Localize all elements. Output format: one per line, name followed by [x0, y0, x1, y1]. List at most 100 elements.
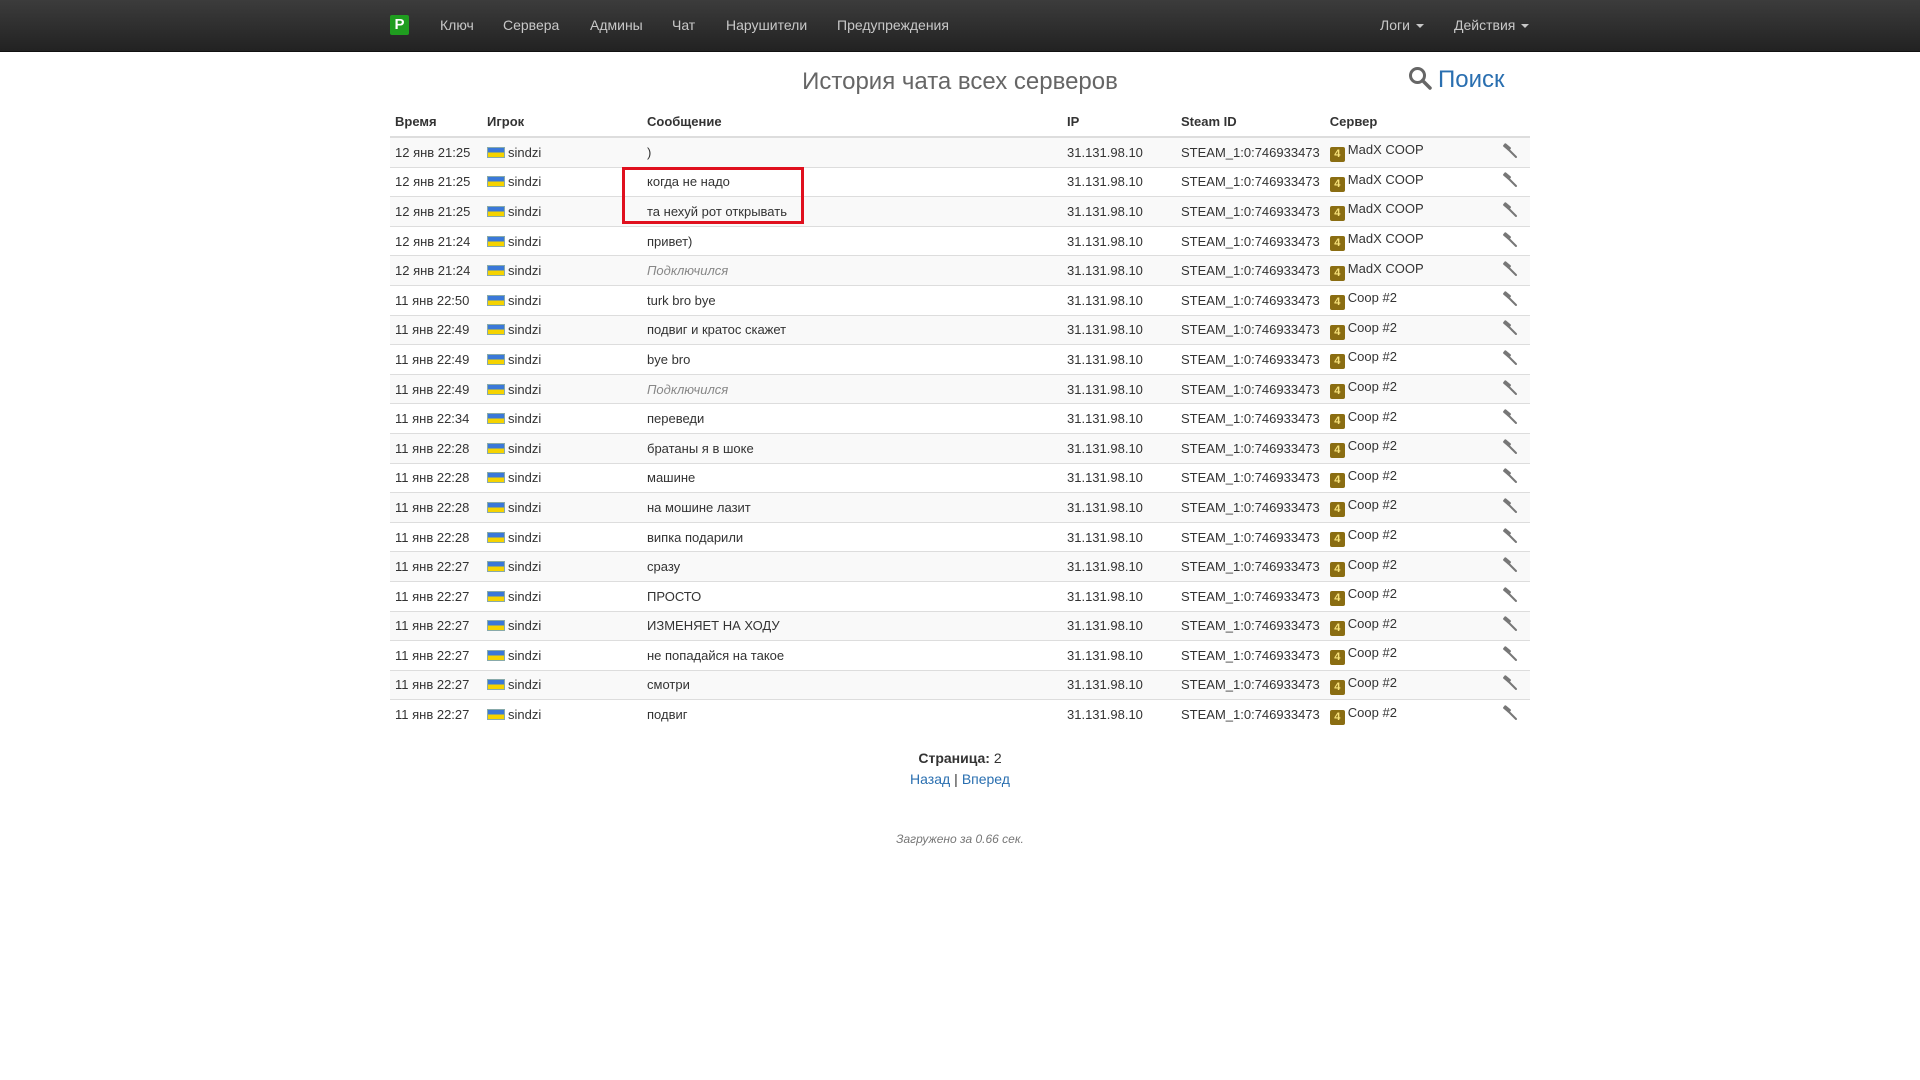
- server-name: Coop #2: [1347, 586, 1397, 602]
- ban-hammer-icon[interactable]: [1502, 172, 1518, 191]
- ban-hammer-icon[interactable]: [1502, 439, 1518, 458]
- ban-hammer-icon[interactable]: [1502, 143, 1518, 162]
- cell-player: sindzi: [482, 166, 642, 197]
- ban-hammer-icon[interactable]: [1502, 646, 1518, 665]
- cell-message: смотри: [642, 669, 1062, 700]
- ban-hammer-icon[interactable]: [1502, 468, 1518, 487]
- cell-player: sindzi: [482, 492, 642, 523]
- header-player: Игрок: [482, 106, 642, 138]
- cell-steam-id: STEAM_1:0:746933473: [1176, 551, 1325, 582]
- ukraine-flag-icon: [487, 531, 505, 543]
- ukraine-flag-icon: [487, 561, 505, 573]
- nav-dropdown-actions[interactable]: Действия: [1454, 0, 1530, 51]
- cell-ip: 31.131.98.10: [1062, 373, 1176, 404]
- ban-hammer-icon[interactable]: [1502, 261, 1518, 280]
- cell-message: Подключился: [642, 255, 1062, 286]
- server-name: Coop #2: [1347, 379, 1397, 395]
- cell-player: sindzi: [482, 314, 642, 345]
- cell-actions: [1484, 462, 1530, 493]
- cell-message: ИЗМЕНЯЕТ НА ХОДУ: [642, 610, 1062, 641]
- ban-hammer-icon[interactable]: [1502, 557, 1518, 576]
- cell-steam-id: STEAM_1:0:746933473: [1176, 669, 1325, 700]
- cell-steam-id: STEAM_1:0:746933473: [1176, 432, 1325, 464]
- ban-hammer-icon[interactable]: [1502, 587, 1518, 606]
- ban-hammer-icon[interactable]: [1502, 675, 1518, 694]
- l4d-server-icon: 4: [1329, 679, 1345, 695]
- ban-hammer-icon[interactable]: [1502, 350, 1518, 369]
- player-link[interactable]: sindzi: [508, 411, 541, 426]
- player-link[interactable]: sindzi: [508, 234, 541, 249]
- player-link[interactable]: sindzi: [508, 293, 541, 308]
- player-link[interactable]: sindzi: [508, 707, 541, 722]
- l4d-server-icon: 4: [1329, 236, 1345, 252]
- player-link[interactable]: sindzi: [508, 500, 541, 515]
- l4d-server-icon: 4: [1329, 147, 1345, 163]
- header-ip: IP: [1062, 106, 1176, 138]
- server-name: MadX COOP: [1347, 201, 1424, 217]
- header-message: Сообщение: [642, 106, 1062, 138]
- cell-ip: 31.131.98.10: [1062, 462, 1176, 493]
- player-link[interactable]: sindzi: [508, 559, 541, 574]
- ban-hammer-icon[interactable]: [1502, 231, 1518, 251]
- player-link[interactable]: sindzi: [508, 441, 541, 456]
- ban-hammer-icon[interactable]: [1502, 498, 1518, 517]
- ban-hammer-icon[interactable]: [1502, 320, 1518, 339]
- player-link[interactable]: sindzi: [508, 530, 541, 545]
- player-link[interactable]: sindzi: [508, 145, 541, 160]
- ukraine-flag-icon: [487, 205, 505, 217]
- player-link[interactable]: sindzi: [508, 648, 541, 663]
- ban-hammer-icon[interactable]: [1502, 202, 1518, 221]
- player-link[interactable]: sindzi: [508, 322, 541, 337]
- ban-hammer-icon[interactable]: [1502, 705, 1518, 724]
- cell-server: 4 MadX COOP: [1324, 196, 1485, 227]
- navbar: P Ключ Сервера Админы Чат Нарушители Пре…: [0, 0, 1920, 52]
- cell-message: випка подарили: [642, 521, 1062, 552]
- cell-message: Подключился: [642, 373, 1062, 404]
- nav-link-warnings[interactable]: Предупреждения: [837, 0, 949, 51]
- ban-hammer-icon[interactable]: [1502, 527, 1518, 547]
- player-link[interactable]: sindzi: [508, 174, 541, 189]
- cell-server: 4 MadX COOP: [1324, 225, 1485, 256]
- cell-time: 11 янв 22:28: [390, 432, 482, 464]
- player-link[interactable]: sindzi: [508, 589, 541, 604]
- cell-time: 11 янв 22:50: [390, 284, 482, 316]
- player-link[interactable]: sindzi: [508, 470, 541, 485]
- nav-link-admins[interactable]: Админы: [590, 0, 643, 51]
- nav-link-servers[interactable]: Сервера: [503, 0, 559, 51]
- player-link[interactable]: sindzi: [508, 677, 541, 692]
- ban-hammer-icon[interactable]: [1502, 409, 1518, 428]
- server-name: Coop #2: [1347, 527, 1397, 543]
- cell-player: sindzi: [482, 521, 642, 552]
- ban-hammer-icon[interactable]: [1502, 616, 1518, 635]
- player-link[interactable]: sindzi: [508, 204, 541, 219]
- player-link[interactable]: sindzi: [508, 382, 541, 397]
- nav-dropdown-logs[interactable]: Логи: [1380, 0, 1424, 51]
- nav-link-chat[interactable]: Чат: [672, 0, 695, 51]
- cell-time: 12 янв 21:24: [390, 255, 482, 286]
- cell-ip: 31.131.98.10: [1062, 403, 1176, 434]
- nav-link-violators[interactable]: Нарушители: [726, 0, 807, 51]
- highlight-box: [622, 167, 804, 224]
- header-actions: [1484, 106, 1530, 138]
- ban-hammer-icon[interactable]: [1502, 291, 1518, 310]
- nav-link-key[interactable]: Ключ: [440, 0, 474, 51]
- cell-ip: 31.131.98.10: [1062, 432, 1176, 464]
- table-row: 11 янв 22:49 sindzi подвиг и кратос скажет…: [390, 314, 1530, 345]
- next-page-link[interactable]: Вперед: [962, 771, 1010, 787]
- search-link[interactable]: Поиск: [1408, 66, 1505, 94]
- ban-hammer-icon[interactable]: [1502, 379, 1518, 399]
- player-link[interactable]: sindzi: [508, 618, 541, 633]
- cell-time: 11 янв 22:27: [390, 580, 482, 611]
- brand-logo[interactable]: P: [390, 15, 409, 35]
- prev-page-link[interactable]: Назад: [910, 771, 950, 787]
- server-name: MadX COOP: [1347, 260, 1424, 276]
- chevron-down-icon: [1521, 24, 1530, 29]
- table-row: 12 янв 21:25 sindzi когда не надо 31.131.98…: [390, 166, 1530, 197]
- cell-ip: 31.131.98.10: [1062, 521, 1176, 552]
- player-link[interactable]: sindzi: [508, 263, 541, 278]
- cell-time: 11 янв 22:28: [390, 492, 482, 523]
- l4d-server-icon: 4: [1329, 443, 1345, 459]
- player-link[interactable]: sindzi: [508, 352, 541, 367]
- cell-steam-id: STEAM_1:0:746933473: [1176, 492, 1325, 523]
- search-icon: [1409, 67, 1432, 90]
